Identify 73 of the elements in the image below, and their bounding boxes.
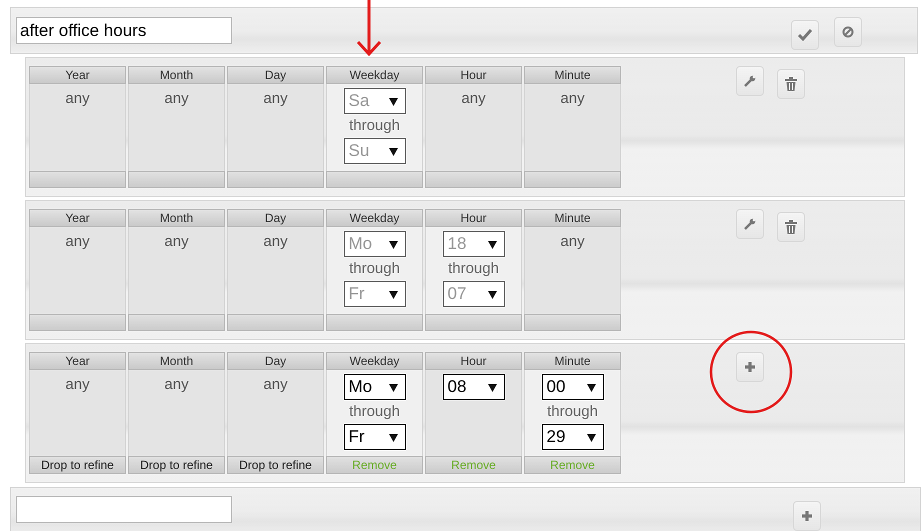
- edit-button[interactable]: [736, 209, 764, 239]
- add-button[interactable]: [793, 501, 821, 531]
- column-header: Month: [128, 209, 225, 227]
- column-header: Day: [227, 66, 324, 84]
- through-label: through: [448, 260, 499, 278]
- column-header: Minute: [524, 209, 621, 227]
- caret-icon: [488, 382, 496, 392]
- any-value: any: [164, 90, 189, 107]
- through-label: through: [349, 403, 400, 421]
- column-header: Hour: [425, 209, 522, 227]
- column-header: Month: [128, 352, 225, 370]
- column-header: Weekday: [326, 209, 423, 227]
- through-label: through: [547, 403, 598, 421]
- any-value: any: [263, 90, 288, 107]
- caret-icon: [586, 382, 596, 392]
- caret-icon: [388, 382, 398, 392]
- column-header: Weekday: [326, 66, 423, 84]
- dropdown[interactable]: 00: [542, 374, 604, 400]
- column-header: Year: [29, 209, 126, 227]
- confirm-button[interactable]: [791, 20, 819, 50]
- column-header: Month: [128, 66, 225, 84]
- any-value: any: [560, 90, 585, 107]
- caret-icon: [488, 240, 496, 248]
- caret-icon: [586, 432, 596, 442]
- any-value: any: [65, 376, 90, 393]
- dropdown[interactable]: 08: [442, 374, 504, 400]
- column-header: Minute: [524, 66, 621, 84]
- any-value: any: [461, 90, 486, 107]
- add-button[interactable]: [736, 352, 764, 382]
- column-header: Weekday: [326, 352, 423, 370]
- caret-icon: [388, 96, 398, 106]
- column-header: Hour: [425, 352, 522, 370]
- dropdown[interactable]: Mo: [344, 374, 406, 400]
- dropdown[interactable]: Fr: [344, 424, 406, 450]
- caret-icon: [388, 290, 398, 298]
- name-field[interactable]: after office hours: [16, 17, 232, 44]
- edit-button[interactable]: [736, 66, 764, 96]
- caret-icon: [488, 290, 496, 298]
- drop-target[interactable]: Drop to refine: [128, 456, 225, 474]
- column-header: Hour: [425, 66, 522, 84]
- plus-icon: [744, 361, 756, 373]
- drop-target[interactable]: Drop to refine: [29, 456, 126, 474]
- trash-icon: [785, 77, 797, 91]
- wrench-icon: [744, 75, 756, 87]
- drop-target[interactable]: Drop to refine: [227, 456, 324, 474]
- caret-icon: [388, 432, 398, 442]
- through-label: through: [349, 260, 400, 278]
- caret-icon: [388, 146, 398, 156]
- any-value: any: [164, 233, 189, 250]
- ban-icon: [842, 26, 854, 38]
- wrench-icon: [744, 218, 756, 230]
- any-value: any: [263, 233, 288, 250]
- new-name-field[interactable]: [16, 496, 232, 523]
- column-header: Minute: [524, 352, 621, 370]
- plus-icon: [801, 510, 813, 522]
- column-header: Year: [29, 352, 126, 370]
- any-value: any: [560, 233, 585, 250]
- dropdown[interactable]: 29: [542, 424, 604, 450]
- check-icon: [798, 29, 812, 41]
- cancel-button[interactable]: [834, 17, 862, 47]
- any-value: any: [263, 376, 288, 393]
- delete-button[interactable]: [777, 69, 805, 99]
- trash-icon: [785, 220, 797, 234]
- through-label: through: [349, 117, 400, 135]
- column-header: Day: [227, 209, 324, 227]
- delete-button[interactable]: [777, 212, 805, 242]
- column-header: Year: [29, 66, 126, 84]
- annotation-arrow: [354, 0, 384, 56]
- column-header: Day: [227, 352, 324, 370]
- any-value: any: [65, 90, 90, 107]
- caret-icon: [388, 240, 398, 248]
- any-value: any: [164, 376, 189, 393]
- any-value: any: [65, 233, 90, 250]
